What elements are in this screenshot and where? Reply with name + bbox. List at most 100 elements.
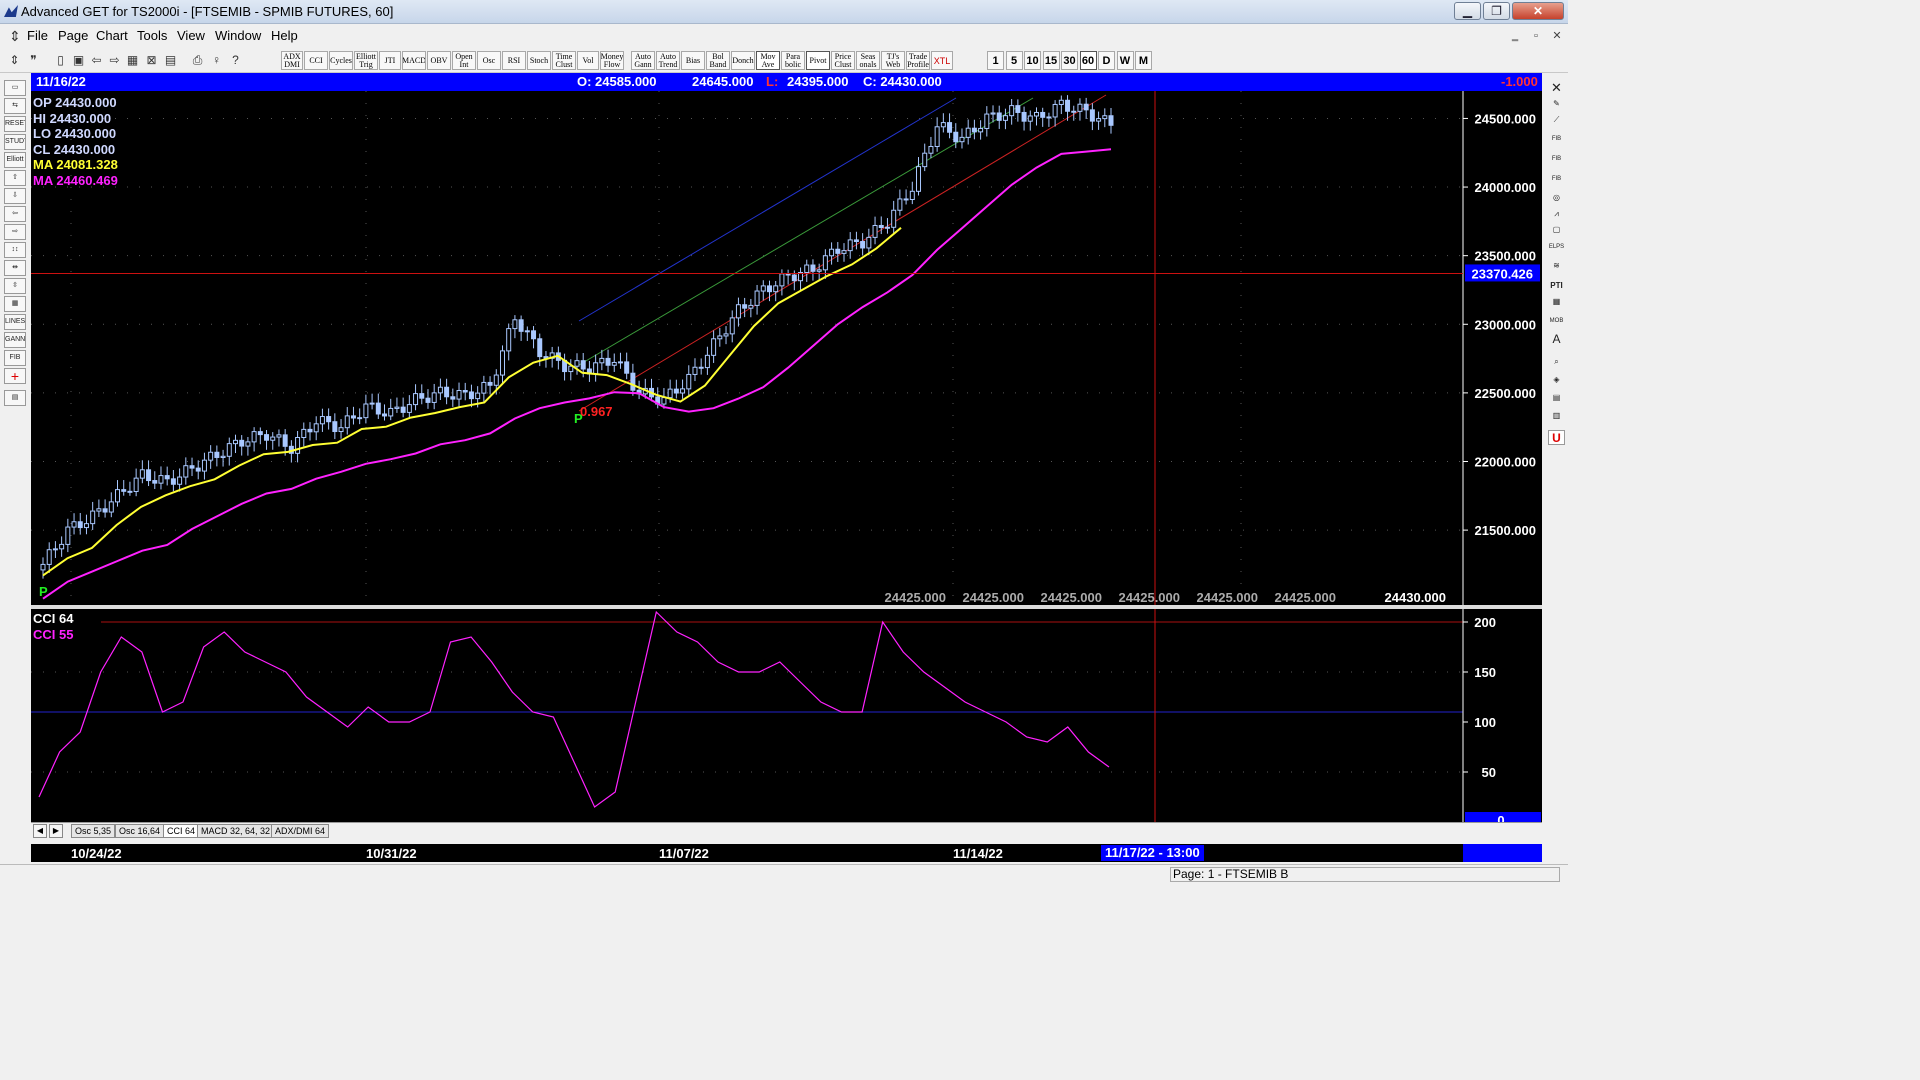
forward-icon[interactable]: ⇨: [106, 52, 123, 69]
expand-vertical-icon[interactable]: ⇳: [4, 278, 26, 294]
back-icon[interactable]: ⇦: [88, 52, 105, 69]
help-pointer-icon[interactable]: ?: [227, 52, 244, 69]
study-button-trade-profile[interactable]: Trade Profile: [906, 51, 930, 70]
study-button-time-clust[interactable]: Time Clust: [552, 51, 576, 70]
pti-icon[interactable]: PTI: [1548, 278, 1565, 293]
menu-tools[interactable]: Tools: [137, 28, 167, 43]
arrow-up-icon[interactable]: ⇧: [4, 170, 26, 186]
period-button-5[interactable]: 5: [1005, 51, 1023, 70]
grid-icon[interactable]: ▦: [124, 52, 141, 69]
menu-file[interactable]: File: [27, 28, 48, 43]
price-chart[interactable]: 24500.000 24000.000 23500.000 23000.000 2250…: [31, 91, 1542, 605]
study-button-macd[interactable]: MACD: [402, 51, 426, 70]
close-button[interactable]: ✕: [1512, 2, 1564, 20]
study-button-cycles[interactable]: Cycles: [329, 51, 353, 70]
text-tool-icon[interactable]: A: [1548, 332, 1565, 347]
cci-oscillator-pane[interactable]: 200 150 100 50 0 CCI 64 CCI 55: [31, 609, 1542, 822]
tab-osc-16-64[interactable]: Osc 16,64: [115, 824, 165, 838]
tab-prev-icon[interactable]: ◀: [33, 824, 47, 838]
period-button-15[interactable]: 15: [1042, 51, 1060, 70]
compress-tool-icon[interactable]: ↕↕: [4, 242, 26, 258]
fib-tool-icon[interactable]: FIB: [4, 350, 26, 366]
study-button-bol-band[interactable]: Bol Band: [706, 51, 730, 70]
tab-next-icon[interactable]: ▶: [49, 824, 63, 838]
study-button-money-flow[interactable]: Money Flow: [600, 51, 624, 70]
tip-icon[interactable]: ♀: [208, 52, 225, 69]
study-button-price-clust[interactable]: Price Clust: [831, 51, 855, 70]
menu-page[interactable]: Page: [58, 28, 88, 43]
print-icon[interactable]: ⎙: [189, 52, 206, 69]
period-button-1[interactable]: 1: [987, 51, 1004, 70]
study-button-mov-ave[interactable]: Mov Ave: [756, 51, 780, 70]
arrow-left-icon[interactable]: ⇦: [4, 206, 26, 222]
list-icon[interactable]: ▥: [1548, 408, 1565, 423]
magnifier-icon[interactable]: ⌕: [1548, 354, 1565, 369]
arrow-right-icon[interactable]: ⇨: [4, 224, 26, 240]
spiral-icon[interactable]: ◎: [1548, 190, 1565, 205]
zoom-tool-icon[interactable]: ⇆: [4, 98, 26, 114]
period-button-30[interactable]: 30: [1061, 51, 1078, 70]
minimize-button[interactable]: ▁: [1454, 2, 1481, 20]
channel-icon[interactable]: ≋: [1548, 258, 1565, 273]
eraser-icon[interactable]: ◈: [1548, 372, 1565, 387]
study-button-bias[interactable]: Bias: [681, 51, 705, 70]
study-button-osc[interactable]: Osc: [477, 51, 501, 70]
layout-icon[interactable]: ▤: [162, 52, 179, 69]
study-button-obv[interactable]: OBV: [427, 51, 451, 70]
study-button-auto-trend[interactable]: Auto Trend: [656, 51, 680, 70]
study-button-adx-dmi[interactable]: ADX DMI: [281, 51, 303, 70]
box-icon[interactable]: ▢: [1548, 222, 1565, 237]
close-drawing-icon[interactable]: ✕: [1548, 80, 1565, 95]
fib-retracement-icon[interactable]: FIB RET: [1548, 132, 1565, 147]
period-button-10[interactable]: 10: [1024, 51, 1041, 70]
study-button-para-bolic[interactable]: Para bolic: [781, 51, 805, 70]
crosshair-tool-icon[interactable]: +: [4, 368, 26, 384]
calculator-icon[interactable]: ▤: [1548, 390, 1565, 405]
ellipse-icon[interactable]: ELPS: [1548, 240, 1565, 255]
study-tool-icon[interactable]: STUDY: [4, 134, 26, 150]
lines-tool-icon[interactable]: LINES: [4, 314, 26, 330]
reset-tool-icon[interactable]: RESET: [4, 116, 26, 132]
period-button-w[interactable]: W: [1116, 51, 1134, 70]
cursor-icon[interactable]: ⇕: [6, 52, 23, 69]
mdi-minimize-button[interactable]: ‗: [1506, 28, 1524, 44]
arrow-down-icon[interactable]: ⇩: [4, 188, 26, 204]
clear-icon[interactable]: ⊠: [143, 52, 160, 69]
elliott-tool-icon[interactable]: Elliott: [4, 152, 26, 168]
tab-cci-64[interactable]: CCI 64: [163, 824, 200, 838]
mob-icon[interactable]: MOB: [1548, 314, 1565, 329]
menu-chart[interactable]: Chart: [96, 28, 128, 43]
fib-time-icon[interactable]: FIB TIME: [1548, 172, 1565, 187]
gann-tool-icon[interactable]: GANN: [4, 332, 26, 348]
tab-adx-dmi[interactable]: ADX/DMI 64: [271, 824, 330, 838]
matrix-icon[interactable]: ▦: [1548, 294, 1565, 309]
study-button-tj-s-web[interactable]: TJ's Web: [881, 51, 905, 70]
quote-icon[interactable]: ❞: [25, 52, 42, 69]
document-menu-icon[interactable]: ⇕: [9, 28, 21, 45]
mdi-close-button[interactable]: ✕: [1548, 28, 1566, 44]
maximize-button[interactable]: ❐: [1483, 2, 1510, 20]
study-button-stoch[interactable]: Stoch: [527, 51, 551, 70]
menu-view[interactable]: View: [177, 28, 205, 43]
trendline-icon[interactable]: ⟋: [1548, 112, 1565, 127]
grid-tool-icon[interactable]: ▦: [4, 296, 26, 312]
study-button-seas-onals[interactable]: Seas onals: [856, 51, 880, 70]
study-button-rsi[interactable]: RSI: [502, 51, 526, 70]
study-button-open-int[interactable]: Open Int: [452, 51, 476, 70]
study-button-auto-gann[interactable]: Auto Gann: [631, 51, 655, 70]
study-button-elliott-trig[interactable]: Elliott Trig: [354, 51, 378, 70]
tab-macd[interactable]: MACD 32, 64, 32: [197, 824, 275, 838]
pencil-icon[interactable]: ✎: [1548, 96, 1565, 111]
fan-icon[interactable]: ⩘: [1548, 206, 1565, 221]
undo-icon[interactable]: U: [1548, 430, 1565, 445]
tab-osc-5-35[interactable]: Osc 5,35: [71, 824, 116, 838]
new-page-icon[interactable]: ▯: [52, 52, 69, 69]
study-button-vol[interactable]: Vol: [577, 51, 599, 70]
study-button-jti[interactable]: JTI: [379, 51, 401, 70]
period-button-d[interactable]: D: [1098, 51, 1115, 70]
settings-tool-icon[interactable]: ▤: [4, 390, 26, 406]
menu-window[interactable]: Window: [215, 28, 261, 43]
menu-help[interactable]: Help: [271, 28, 298, 43]
study-button-pivot[interactable]: Pivot: [806, 51, 830, 70]
fib-extension-icon[interactable]: FIB EXT: [1548, 152, 1565, 167]
